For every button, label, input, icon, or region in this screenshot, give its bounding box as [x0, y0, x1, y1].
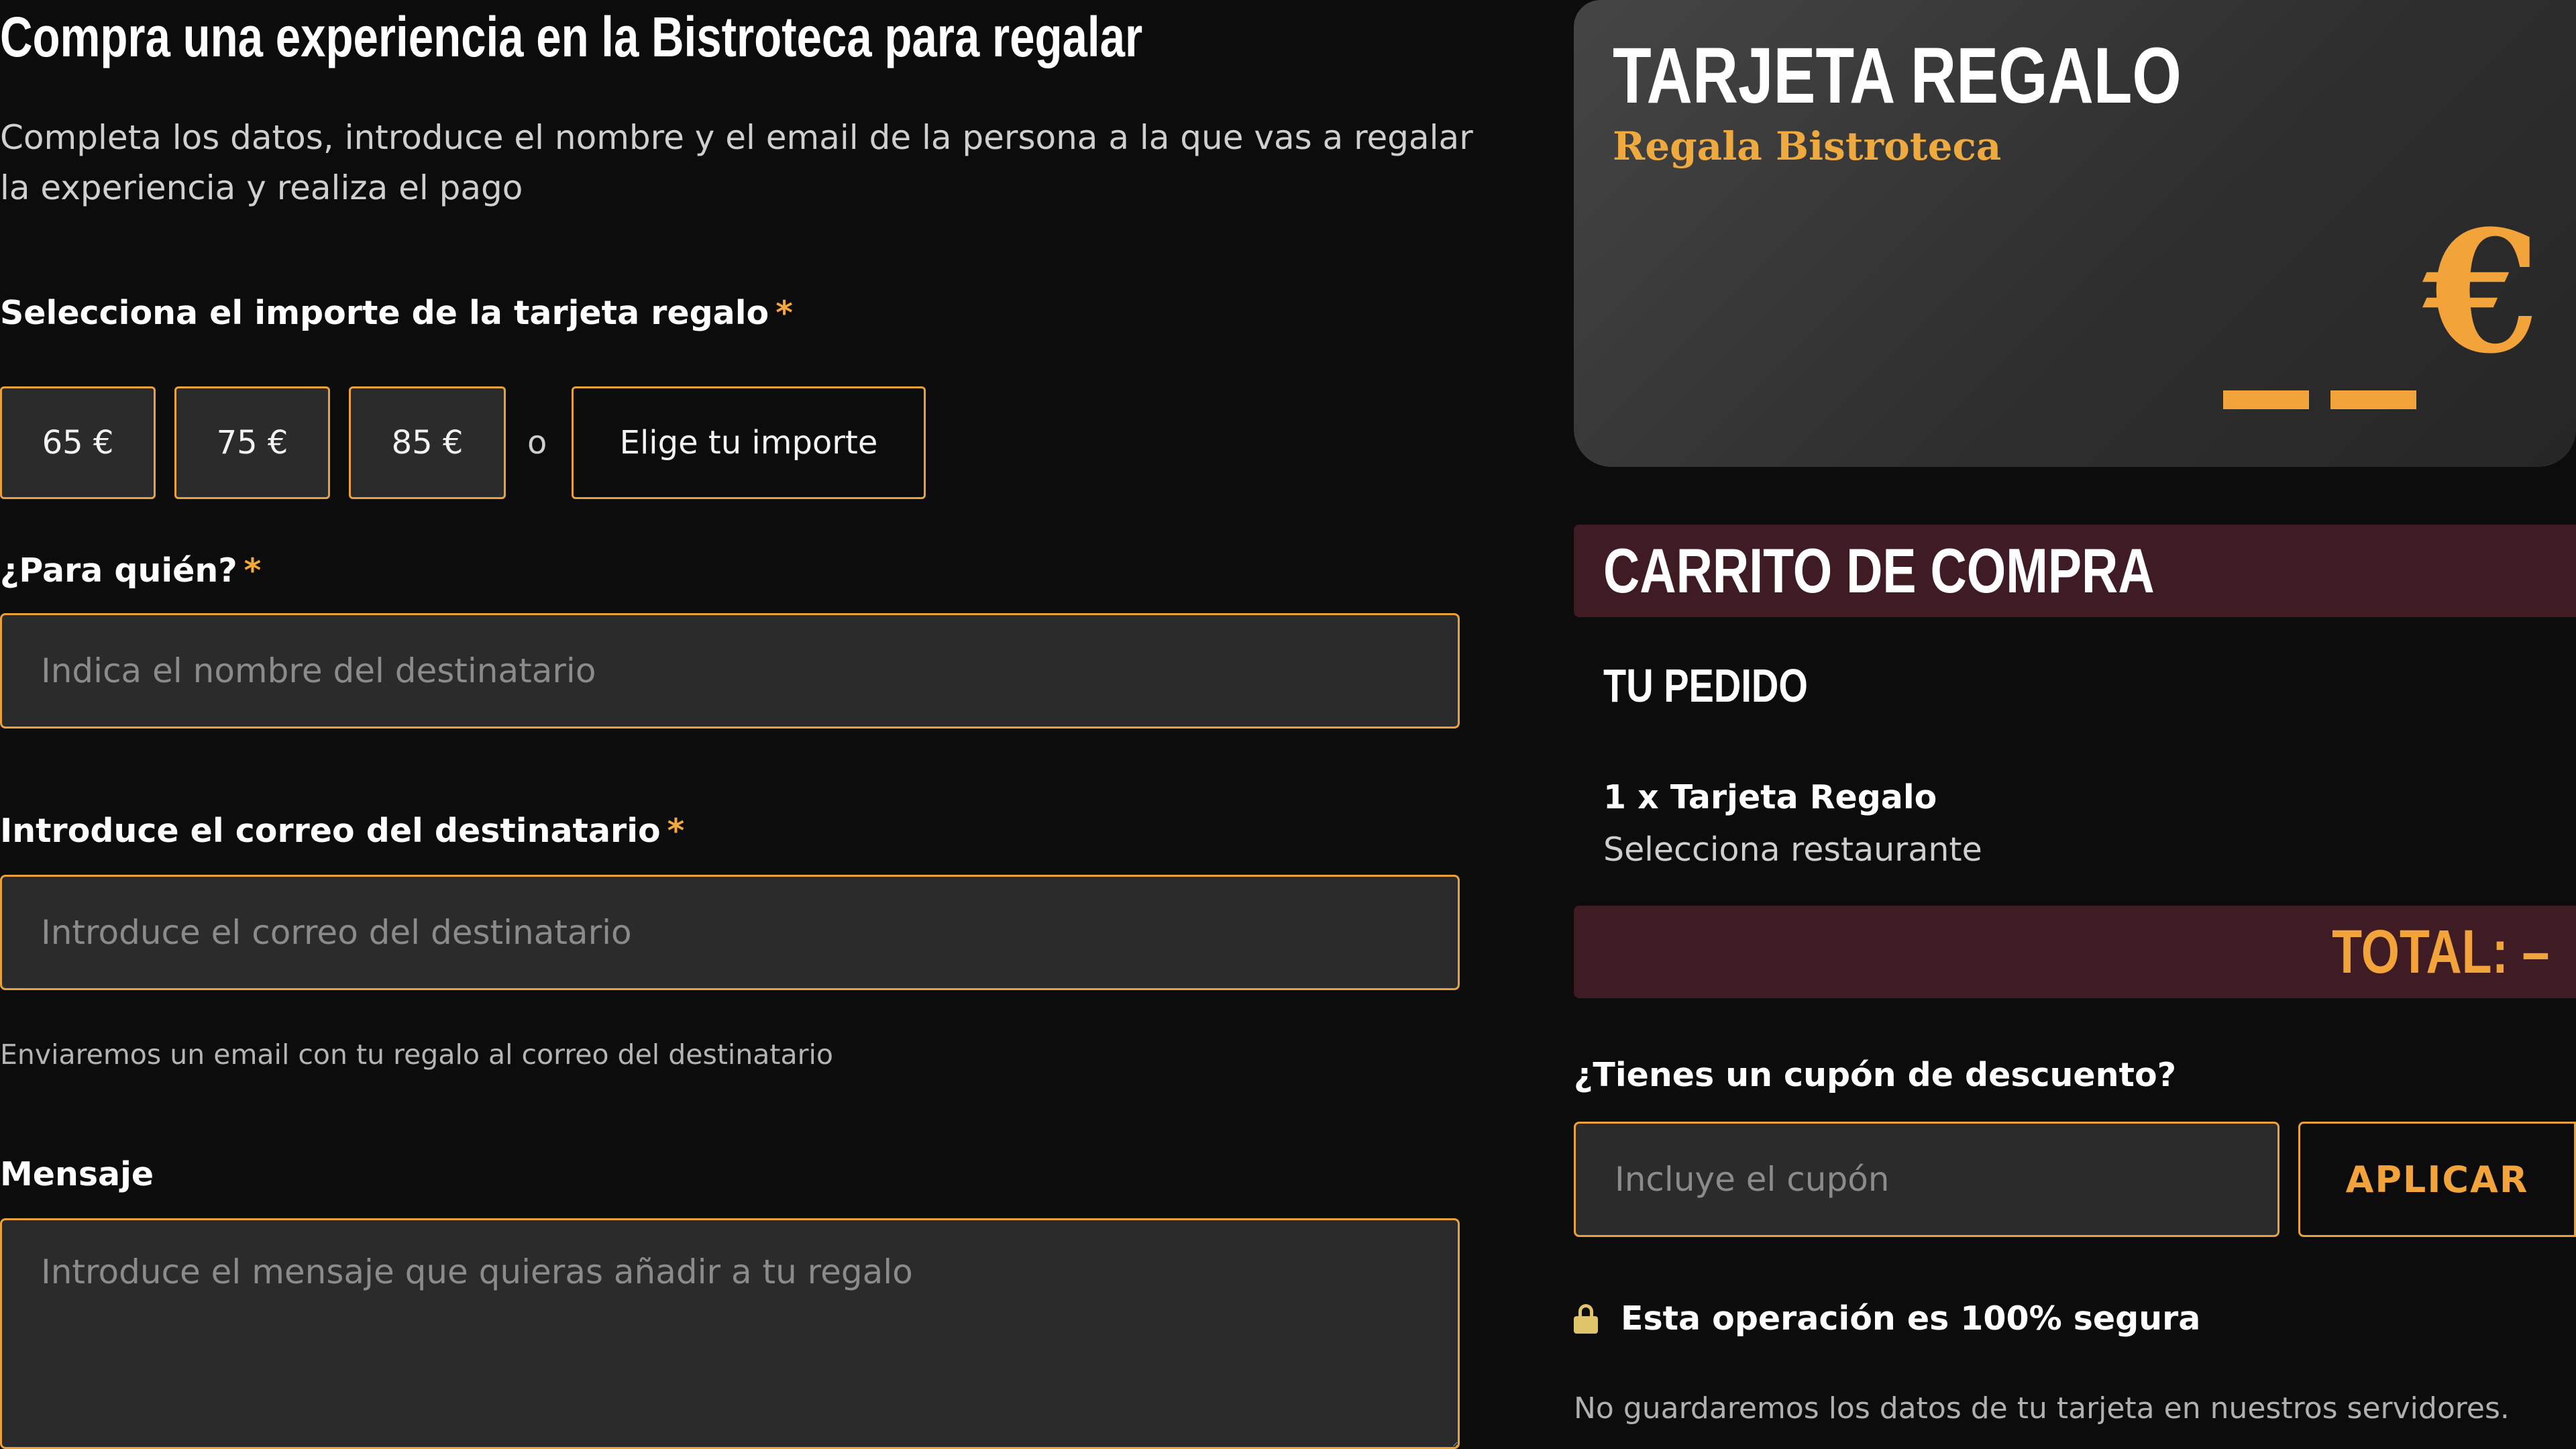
custom-amount-button[interactable]: Elige tu importe: [572, 386, 926, 499]
amount-placeholder-dash: [2330, 390, 2416, 409]
recipient-email-label-text: Introduce el correo del destinatario: [0, 812, 661, 850]
lock-icon: [1574, 1304, 1598, 1334]
order-item: 1 x Tarjeta Regalo: [1603, 778, 1937, 816]
required-mark: *: [775, 294, 793, 332]
secure-notice: Esta operación es 100% segura: [1574, 1296, 2200, 1340]
recipient-name-input[interactable]: [0, 613, 1460, 729]
order-title: TU PEDIDO: [1603, 657, 1859, 714]
coupon-input[interactable]: [1574, 1122, 2279, 1237]
page-title: Compra una experiencia en la Bistroteca …: [0, 0, 1476, 74]
gift-card-preview: TARJETA REGALO Regala Bistroteca €: [1574, 0, 2576, 467]
intro-text: Completa los datos, introduce el nombre …: [0, 113, 1476, 213]
page-title-text: Compra una experiencia en la Bistroteca …: [0, 5, 1143, 68]
amount-separator: o: [527, 424, 547, 462]
total-bar: TOTAL: –: [1574, 906, 2576, 998]
recipient-name-label-text: ¿Para quién?: [0, 551, 237, 590]
intro-line-2: la experiencia y realiza el pago: [0, 168, 523, 207]
amount-label: Selecciona el importe de la tarjeta rega…: [0, 294, 793, 332]
cart-header: CARRITO DE COMPRA: [1574, 525, 2576, 617]
email-hint: Enviaremos un email con tu regalo al cor…: [0, 1038, 833, 1071]
euro-icon: €: [2423, 193, 2540, 390]
message-textarea[interactable]: [0, 1218, 1460, 1449]
amount-option-65[interactable]: 65 €: [0, 386, 156, 499]
order-title-text: TU PEDIDO: [1603, 659, 1808, 712]
gift-card-title-text: TARJETA REGALO: [1613, 32, 2182, 120]
card-data-disclaimer: No guardaremos los datos de tu tarjeta e…: [1574, 1391, 2510, 1426]
message-label: Mensaje: [0, 1155, 154, 1193]
secure-text: Esta operación es 100% segura: [1621, 1299, 2201, 1338]
gift-card-title: TARJETA REGALO: [1613, 32, 2324, 119]
apply-coupon-button[interactable]: APLICAR: [2298, 1122, 2576, 1237]
coupon-label: ¿Tienes un cupón de descuento?: [1574, 1056, 2177, 1094]
cart-header-text: CARRITO DE COMPRA: [1603, 535, 2155, 606]
amount-label-text: Selecciona el importe de la tarjeta rega…: [0, 294, 769, 332]
total-text: TOTAL: –: [2331, 918, 2549, 986]
amount-placeholder-dash: [2223, 390, 2309, 409]
amount-option-75[interactable]: 75 €: [174, 386, 330, 499]
intro-line-1: Completa los datos, introduce el nombre …: [0, 118, 1473, 157]
recipient-email-label: Introduce el correo del destinatario *: [0, 812, 684, 850]
recipient-name-label: ¿Para quién? *: [0, 551, 261, 590]
order-item-detail: Selecciona restaurante: [1603, 830, 1982, 869]
gift-card-subtitle: Regala Bistroteca: [1613, 123, 2002, 169]
required-mark: *: [244, 551, 262, 590]
recipient-email-input[interactable]: [0, 875, 1460, 990]
amount-option-85[interactable]: 85 €: [349, 386, 506, 499]
required-mark: *: [667, 812, 685, 850]
